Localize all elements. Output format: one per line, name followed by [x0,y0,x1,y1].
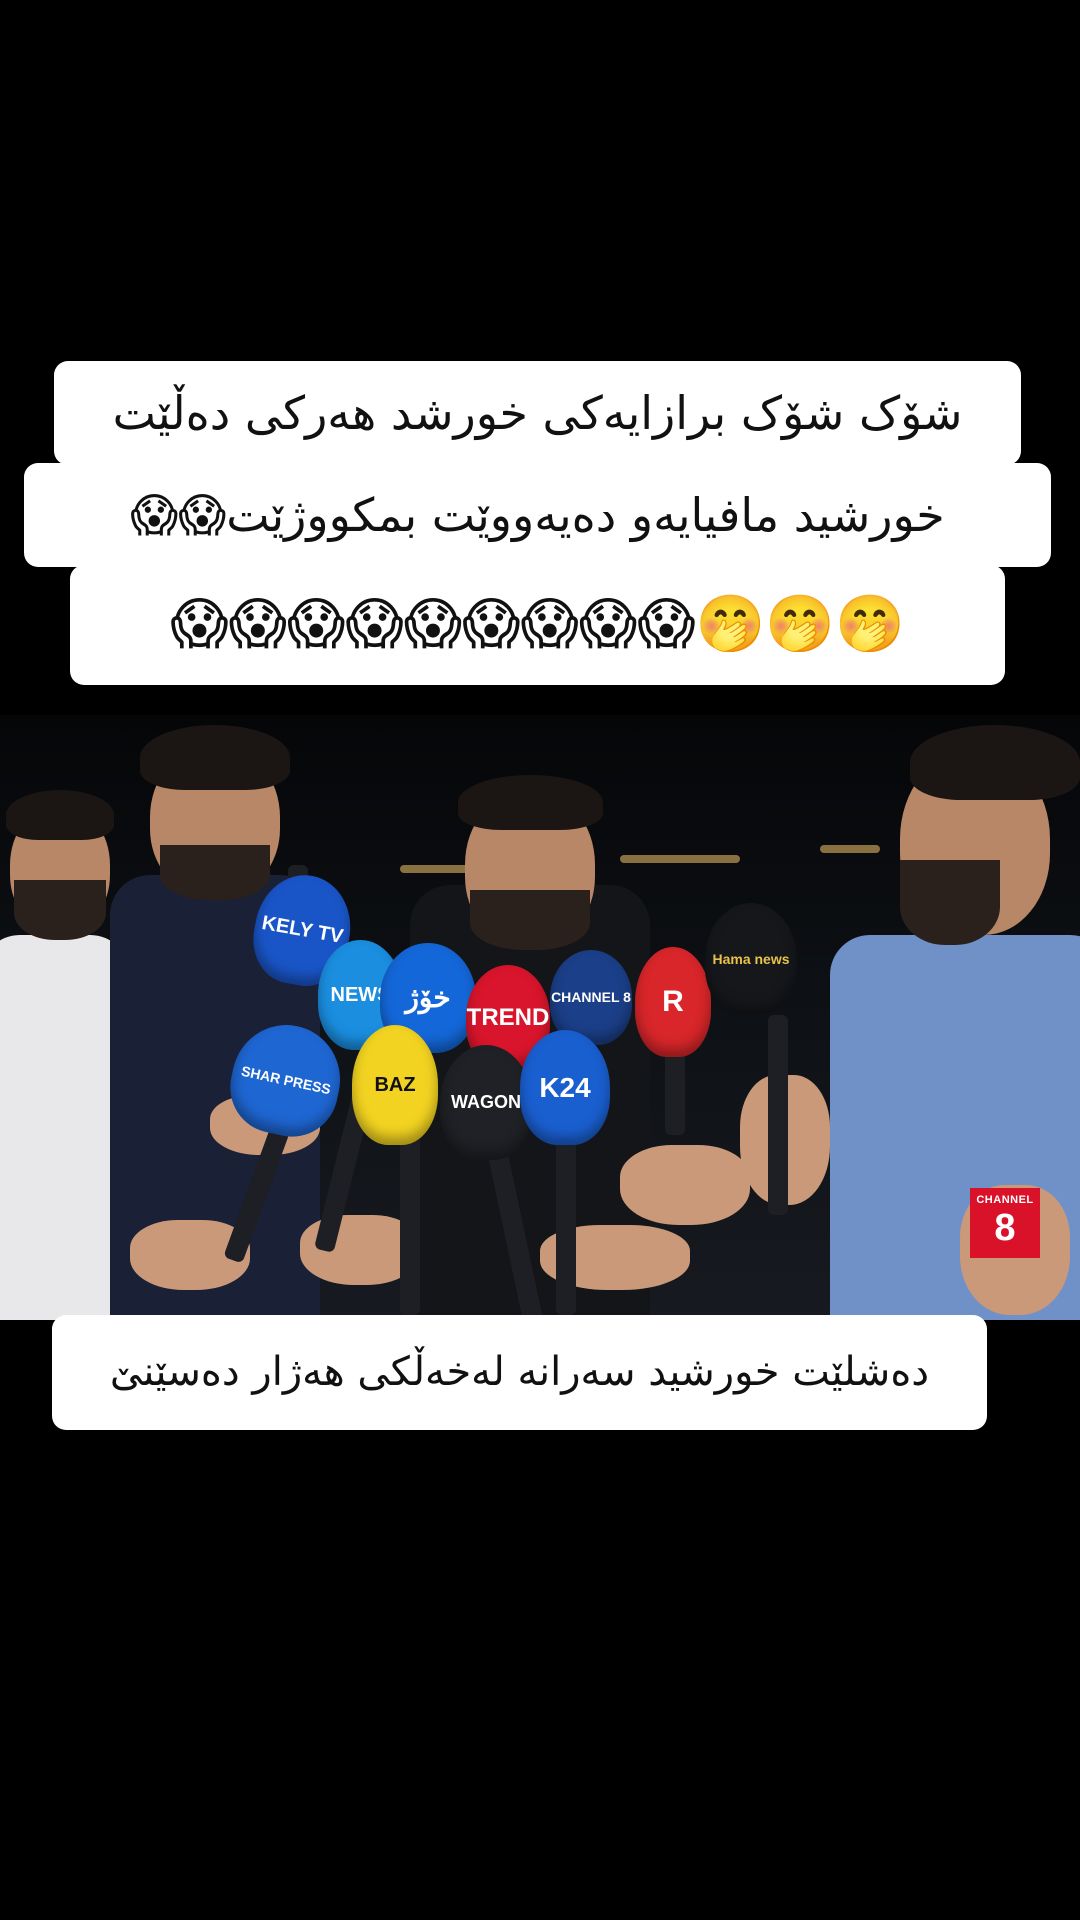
microphone-baz: BAZ [352,1025,438,1145]
microphone-k24: K24 [520,1030,610,1145]
background-lights [400,865,470,873]
caption-line-2: خورشید مافیایەو دەیەووێت بمکووژێت😱😱 [24,463,1051,567]
microphone-wagon: WAGON [440,1045,532,1160]
microphone-hama-news: Hama news [705,903,797,1015]
background-lights [620,855,740,863]
microphone-rudaw: R [635,947,711,1057]
caption-emoji-line: 🤭🤭🤭😱😱😱😱😱😱😱😱😱 [70,565,1005,685]
background-lights [820,845,880,853]
hand [620,1145,750,1225]
video-frame[interactable]: KELY TV NEWS خۆژ TREND CHANNEL 8 R Hama … [0,715,1080,1320]
mic-handle [400,1135,420,1315]
caption-line-1: شۆک شۆک برازایەکی خورشد هەرکی دەڵێت [54,361,1021,465]
caption-bottom: دەشلێت خورشید سەرانە لەخەڵکی هەژار دەسێن… [52,1315,987,1430]
mic-handle [556,1135,576,1315]
mic-handle [768,1015,788,1215]
channel-8-watermark: CHANNEL 8 [970,1188,1040,1258]
